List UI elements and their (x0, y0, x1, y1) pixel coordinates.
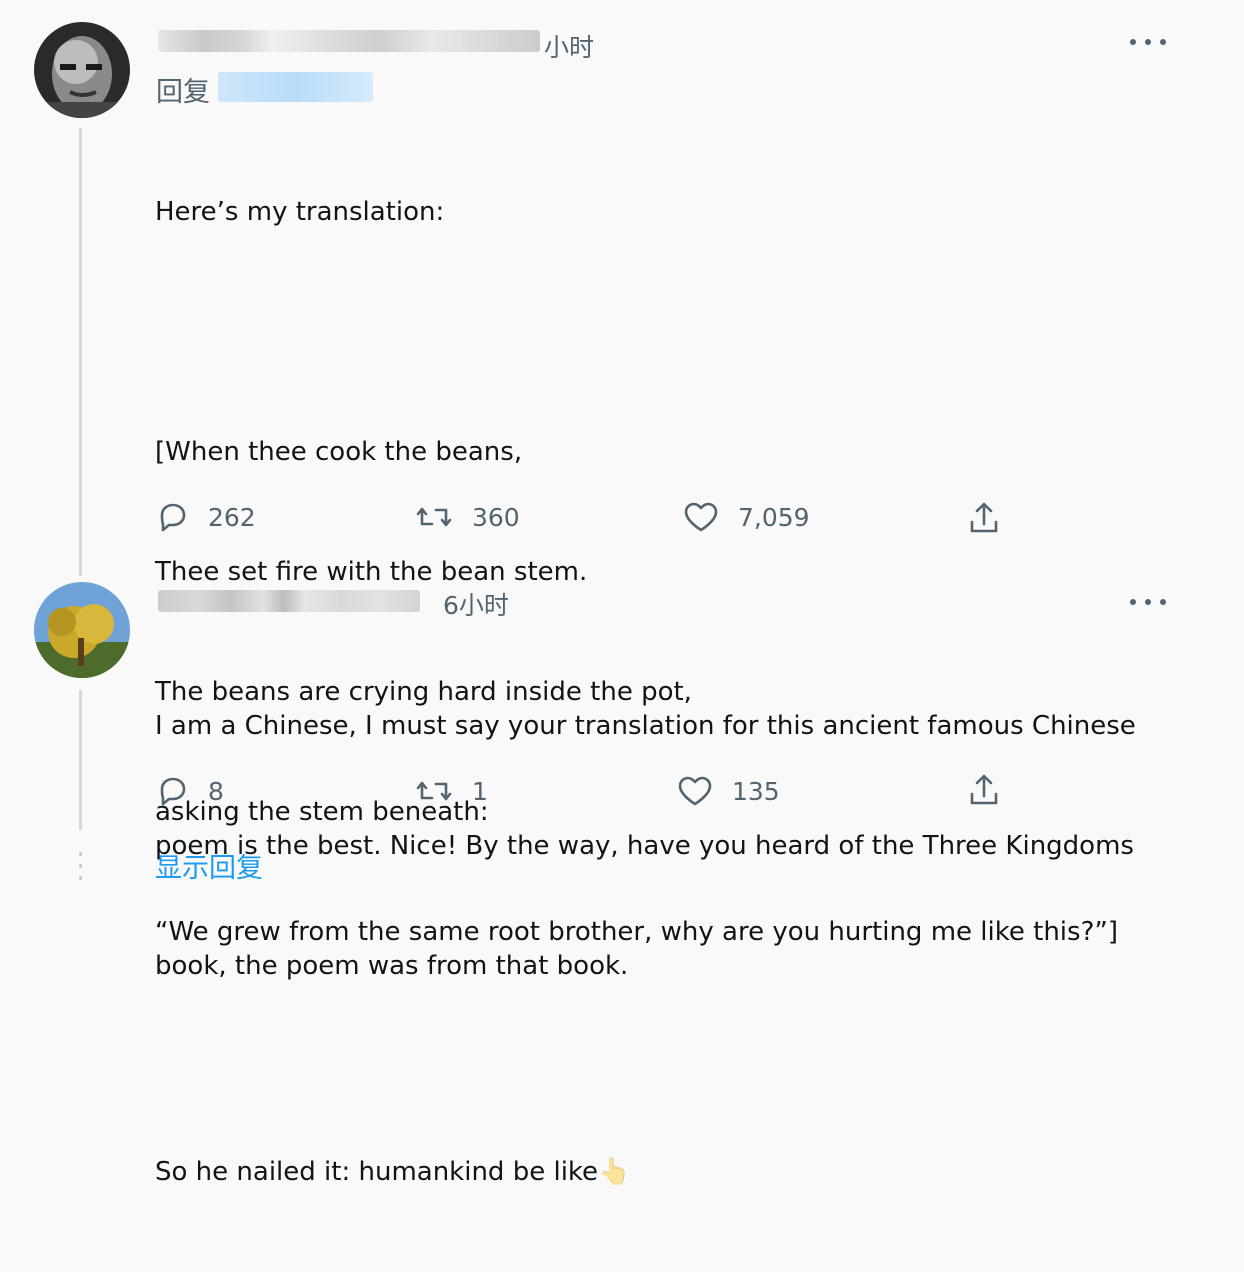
tweet-text: I am a Chinese, I must say your translat… (155, 626, 1136, 1066)
retweet-icon (416, 507, 452, 527)
heart-icon (684, 502, 718, 532)
share-icon (970, 774, 998, 805)
share-icon (970, 502, 998, 533)
share-button[interactable] (966, 772, 1002, 808)
reply-icon (160, 503, 186, 532)
retweet-count: 1 (472, 776, 488, 806)
reply-icon (160, 777, 186, 806)
tweet-line: book, the poem was from that book. (155, 951, 629, 981)
retweet-button[interactable]: 1 (414, 774, 488, 808)
tweet-time[interactable]: 小时 (544, 28, 594, 64)
reply-count: 8 (208, 776, 224, 806)
reply-prefix: 回复 (156, 77, 210, 108)
tweet-line: I am a Chinese, I must say your translat… (155, 711, 1136, 741)
like-count: 135 (732, 776, 780, 806)
reply-button[interactable]: 8 (156, 774, 224, 808)
thread-line (79, 690, 82, 830)
poem-line: [When thee cook the beans, (155, 437, 523, 467)
author-name-redacted (158, 590, 420, 612)
retweet-count: 360 (472, 502, 520, 532)
author-name-redacted (158, 30, 540, 52)
more-icon[interactable] (1130, 36, 1166, 48)
tweet-intro: Here’s my translation: (155, 197, 445, 227)
like-count: 7,059 (738, 502, 810, 532)
like-button[interactable]: 135 (676, 774, 780, 808)
reply-button[interactable]: 262 (156, 500, 256, 534)
replied-user-redacted[interactable] (218, 72, 373, 102)
closing-text: So he nailed it: humankind be like (155, 1157, 599, 1187)
avatar[interactable] (34, 22, 130, 118)
poem-line: Thee set fire with the bean stem. (155, 557, 588, 587)
show-replies-link[interactable]: 显示回复 (155, 846, 263, 885)
more-icon[interactable] (1130, 596, 1166, 608)
replying-to: 回复 (156, 70, 210, 109)
avatar[interactable] (34, 582, 130, 678)
tweet-line: poem is the best. Nice! By the way, have… (155, 831, 1134, 861)
tweet-time[interactable]: 6小时 (443, 586, 509, 622)
pointing-up-emoji: 👆 (598, 1157, 631, 1187)
thread-dot (79, 852, 82, 856)
thread-line (79, 128, 82, 576)
thread-dot (79, 876, 82, 880)
retweet-button[interactable]: 360 (414, 500, 520, 534)
reply-count: 262 (208, 502, 256, 532)
heart-icon (678, 776, 712, 806)
retweet-icon (416, 781, 452, 801)
thread-dot (79, 864, 82, 868)
tweet-closing: So he nailed it: humankind be like👆 (155, 1152, 1118, 1192)
share-button[interactable] (966, 500, 1002, 536)
like-button[interactable]: 7,059 (682, 500, 810, 534)
